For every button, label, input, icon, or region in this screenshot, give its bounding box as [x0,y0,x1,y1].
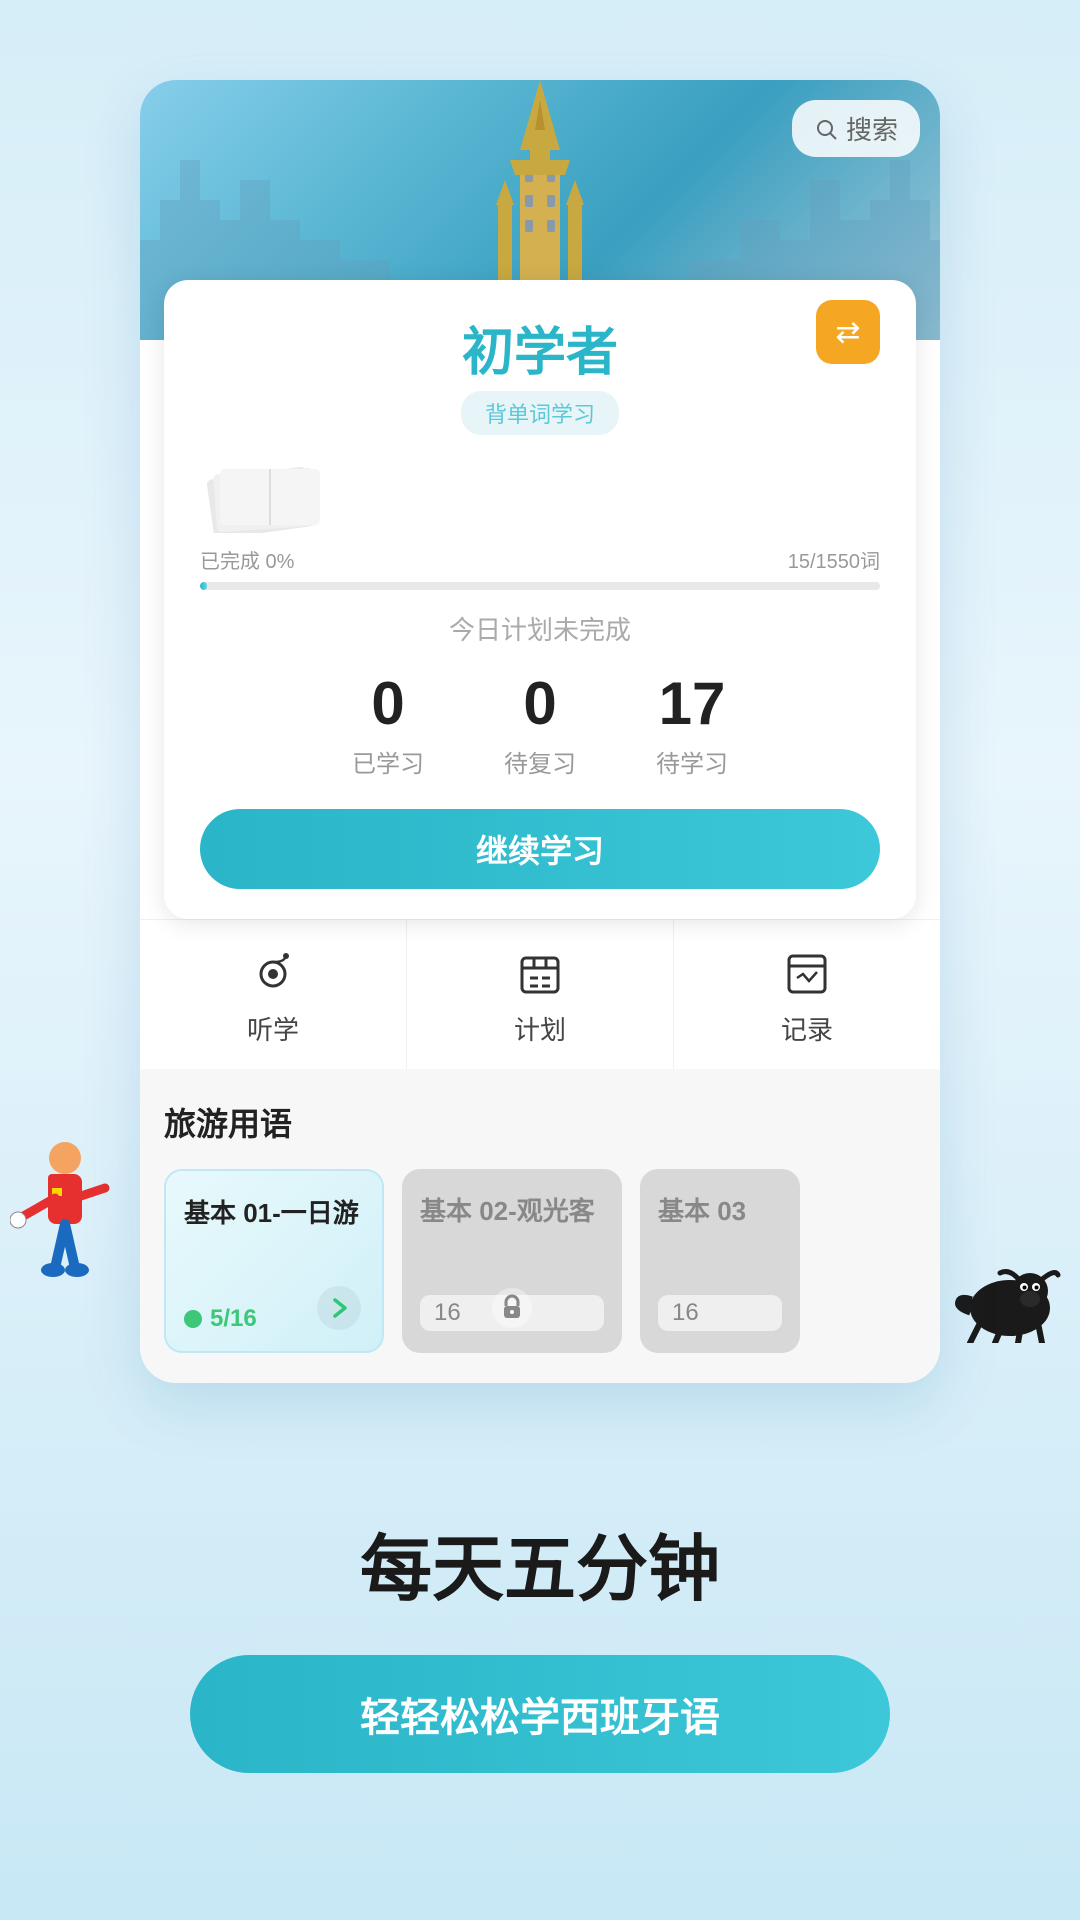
book-icon [200,453,320,533]
lesson-card-3[interactable]: 基本 03 16 [640,1169,800,1353]
travel-title: 旅游用语 [164,1099,916,1145]
stat-learn-value: 17 [659,669,726,738]
card-3-count: 16 [658,1295,782,1331]
progress-left: 已完成 0% [200,545,294,574]
record-label: 记录 [781,1010,833,1047]
stat-review-value: 0 [523,669,556,738]
exchange-button[interactable]: ⇄ [816,300,880,364]
progress-bar-background [200,582,880,590]
progress-bar-fill [200,582,207,590]
search-icon [814,117,838,141]
continue-button[interactable]: 继续学习 [200,809,880,889]
card-1-title: 基本 01-一日游 [184,1193,364,1230]
progress-section: 已完成 0% 15/1550词 [200,545,880,590]
icon-menu: 听学 计划 [140,919,940,1069]
lesson-card-2[interactable]: 基本 02-观光客 16 [402,1169,622,1353]
plan-label: 计划 [514,1010,566,1047]
arrow-right-icon [317,1286,361,1330]
plan-status: 今日计划未完成 [200,610,880,647]
stat-studied-value: 0 [371,669,404,738]
stat-studied-label: 已学习 [352,744,424,779]
lesson-card-1[interactable]: 基本 01-一日游 5/16 [164,1169,384,1353]
plan-icon [514,948,566,1000]
record-icon [781,948,833,1000]
book-illustration [200,453,880,533]
search-label: 搜索 [846,110,898,147]
bull-icon [950,1243,1070,1343]
menu-item-listening[interactable]: 听学 [140,920,407,1069]
main-card: 初学者 ⇄ 背单词学习 已完成 0 [164,280,916,919]
card-1-progress-text: 5/16 [210,1305,257,1333]
soccer-player-icon [10,1138,120,1298]
progress-labels: 已完成 0% 15/1550词 [200,545,880,574]
card-3-title: 基本 03 [658,1191,782,1228]
lock-icon [490,1286,534,1330]
device-card: 搜索 初学者 ⇄ 背单词学习 [140,80,940,1383]
menu-item-record[interactable]: 记录 [674,920,940,1069]
cta-button[interactable]: 轻轻松松学西班牙语 [190,1655,890,1773]
vocab-badge-text: 背单词学习 [461,391,619,435]
menu-item-plan[interactable]: 计划 [407,920,674,1069]
travel-section: 旅游用语 基本 01-一日游 5/16 [140,1069,940,1383]
stat-learn-label: 待学习 [656,744,728,779]
top-section: 搜索 初学者 ⇄ 背单词学习 [0,0,1080,1383]
card-2-title: 基本 02-观光客 [420,1191,604,1228]
listening-icon [247,948,299,1000]
bottom-section: 每天五分钟 轻轻松松学西班牙语 [150,1383,930,1920]
card-1-arrow[interactable] [314,1283,364,1333]
stats-row: 0 已学习 0 待复习 17 待学习 [200,669,880,779]
vocab-badge: 背单词学习 [200,391,880,435]
stat-review-label: 待复习 [504,744,576,779]
listening-label: 听学 [247,1010,299,1047]
stat-studied: 0 已学习 [352,669,424,779]
lesson-cards: 基本 01-一日游 5/16 [164,1169,916,1353]
search-button[interactable]: 搜索 [792,100,920,157]
level-title-row: 初学者 ⇄ [200,310,880,385]
progress-dot [184,1310,202,1328]
stat-learn: 17 待学习 [656,669,728,779]
main-tagline: 每天五分钟 [360,1510,720,1615]
stat-review: 0 待复习 [504,669,576,779]
progress-right: 15/1550词 [788,545,880,574]
level-title: 初学者 [462,310,618,385]
exchange-icon: ⇄ [835,315,860,350]
lock-icon-container [490,1286,534,1335]
